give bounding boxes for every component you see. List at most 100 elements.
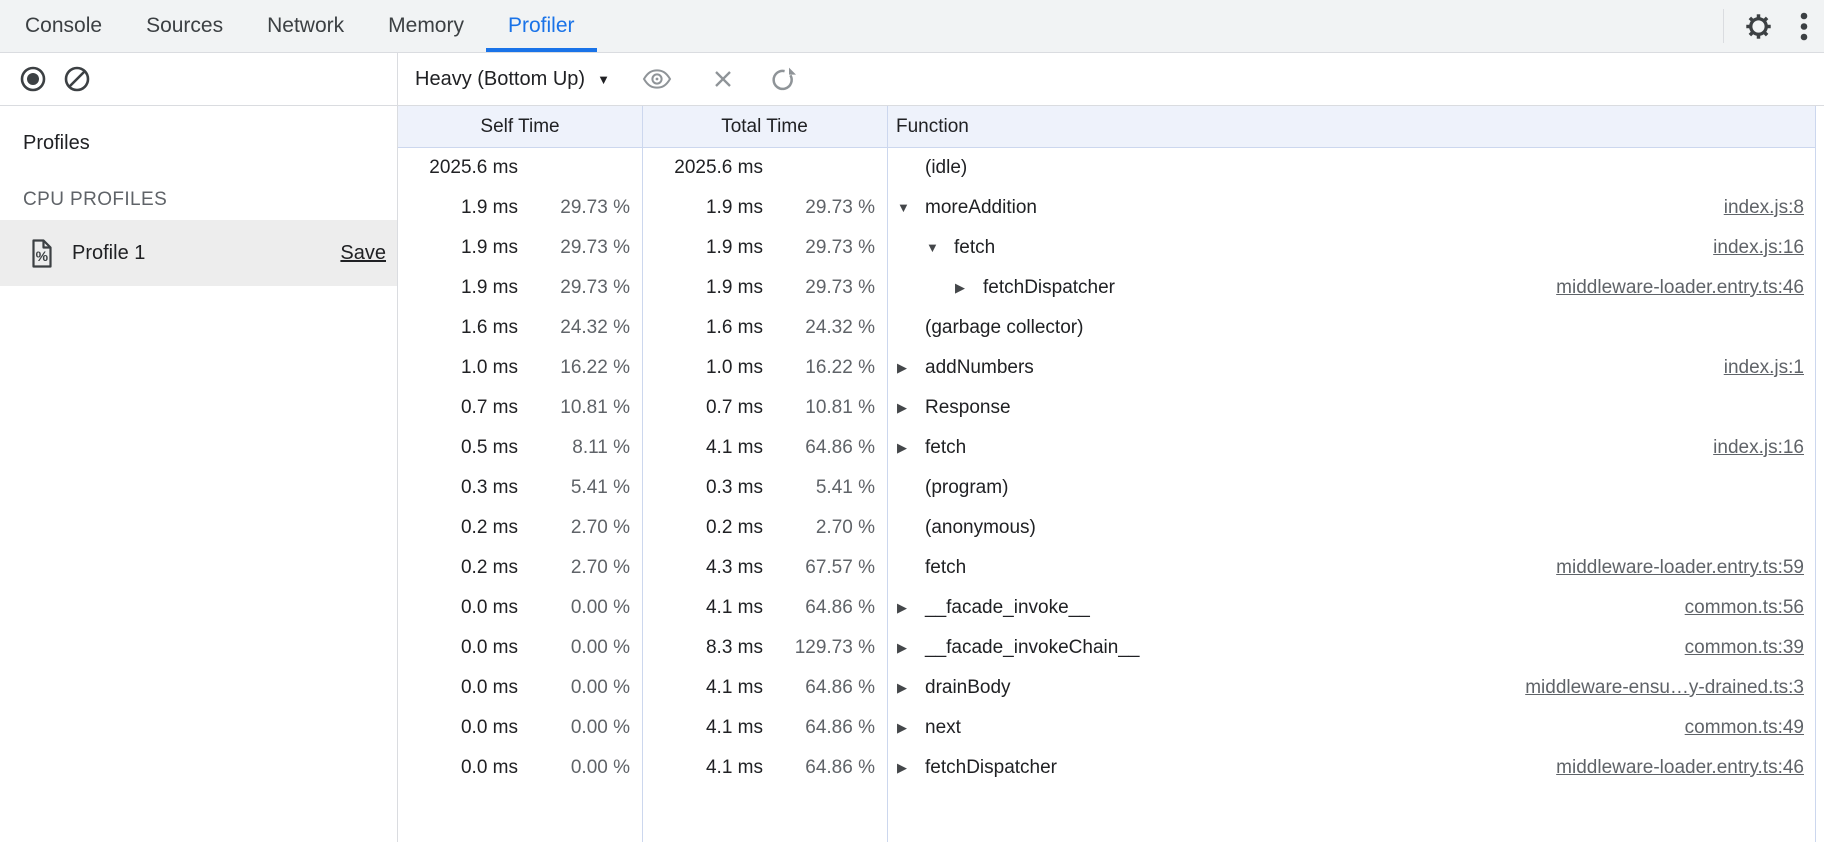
profiler-main-panel: Heavy (Bottom Up) ▼ [398, 53, 1824, 842]
source-link[interactable]: index.js:16 [1713, 228, 1804, 268]
total-time-cell: 4.1 ms64.86 % [642, 428, 887, 468]
column-header-function[interactable]: Function [887, 106, 1815, 147]
time-percent-value: 0.00 % [518, 588, 630, 628]
view-mode-dropdown[interactable]: Heavy (Bottom Up) ▼ [415, 68, 610, 91]
save-profile-link[interactable]: Save [340, 242, 386, 265]
source-link[interactable]: middleware-loader.entry.ts:46 [1556, 748, 1804, 788]
time-ms-value: 1.9 ms [406, 188, 518, 228]
table-row[interactable]: 1.9 ms29.73 %1.9 ms29.73 %▼moreAdditioni… [398, 188, 1815, 228]
column-divider[interactable] [887, 106, 888, 842]
disclosure-arrow-icon[interactable]: ▶ [897, 628, 925, 668]
time-percent-value: 2.70 % [518, 548, 630, 588]
time-ms-value: 4.1 ms [650, 588, 763, 628]
self-time-cell: 1.9 ms29.73 % [398, 228, 642, 268]
source-link[interactable]: middleware-loader.entry.ts:59 [1556, 548, 1804, 588]
disclosure-arrow-icon[interactable]: ▶ [955, 268, 983, 308]
total-time-cell: 0.7 ms10.81 % [642, 388, 887, 428]
table-row[interactable]: 0.2 ms2.70 %4.3 ms67.57 %fetchmiddleware… [398, 548, 1815, 588]
disclosure-arrow-icon[interactable]: ▼ [897, 188, 925, 228]
table-row[interactable]: 2025.6 ms2025.6 ms(idle) [398, 148, 1815, 188]
time-ms-value: 0.2 ms [406, 548, 518, 588]
column-header-total-time[interactable]: Total Time [642, 106, 887, 147]
cpu-profiles-section-label: CPU PROFILES [23, 189, 397, 211]
disclosure-arrow-icon[interactable]: ▶ [897, 388, 925, 428]
source-link[interactable]: index.js:16 [1713, 428, 1804, 468]
total-time-cell: 1.9 ms29.73 % [642, 228, 887, 268]
svg-text:%: % [36, 248, 49, 264]
disclosure-arrow-icon[interactable]: ▶ [897, 348, 925, 388]
table-row[interactable]: 0.5 ms8.11 %4.1 ms64.86 %▶fetchindex.js:… [398, 428, 1815, 468]
tab-label: Network [267, 14, 344, 38]
table-row[interactable]: 1.6 ms24.32 %1.6 ms24.32 %(garbage colle… [398, 308, 1815, 348]
total-time-cell: 0.3 ms5.41 % [642, 468, 887, 508]
tab-profiler[interactable]: Profiler [486, 0, 597, 52]
self-time-cell: 0.0 ms0.00 % [398, 668, 642, 708]
cpu-profile-document-icon: % [30, 239, 54, 268]
exclude-x-icon[interactable] [712, 68, 734, 90]
self-time-cell: 0.0 ms0.00 % [398, 708, 642, 748]
table-row[interactable]: 0.0 ms0.00 %4.1 ms64.86 %▶__facade_invok… [398, 588, 1815, 628]
time-ms-value: 8.3 ms [650, 628, 763, 668]
table-row[interactable]: 0.2 ms2.70 %0.2 ms2.70 %(anonymous) [398, 508, 1815, 548]
disclosure-arrow-icon[interactable]: ▶ [897, 588, 925, 628]
total-time-cell: 1.9 ms29.73 % [642, 268, 887, 308]
total-time-cell: 4.1 ms64.86 % [642, 588, 887, 628]
source-link[interactable]: index.js:8 [1724, 188, 1804, 228]
function-cell: ▶Response [887, 388, 1815, 428]
column-divider[interactable] [642, 106, 643, 842]
function-name: fetchDispatcher [925, 748, 1057, 788]
restore-refresh-icon[interactable] [770, 66, 797, 93]
time-percent-value: 29.73 % [763, 188, 875, 228]
total-time-cell: 1.0 ms16.22 % [642, 348, 887, 388]
tab-console[interactable]: Console [3, 0, 124, 52]
tab-label: Memory [388, 14, 464, 38]
tab-network[interactable]: Network [245, 0, 366, 52]
tab-memory[interactable]: Memory [366, 0, 486, 52]
disclosure-arrow-icon[interactable]: ▶ [897, 428, 925, 468]
table-row[interactable]: 1.0 ms16.22 %1.0 ms16.22 %▶addNumbersind… [398, 348, 1815, 388]
sidebar-item-profile-1[interactable]: % Profile 1 Save [0, 220, 397, 286]
table-row[interactable]: 1.9 ms29.73 %1.9 ms29.73 %▼fetchindex.js… [398, 228, 1815, 268]
total-time-cell: 4.3 ms67.57 % [642, 548, 887, 588]
function-name: fetch [925, 428, 966, 468]
time-ms-value: 4.3 ms [650, 548, 763, 588]
self-time-cell: 0.2 ms2.70 % [398, 548, 642, 588]
table-row[interactable]: 0.0 ms0.00 %4.1 ms64.86 %▶fetchDispatche… [398, 748, 1815, 788]
disclosure-arrow-icon[interactable]: ▼ [926, 228, 954, 268]
time-percent-value: 24.32 % [518, 308, 630, 348]
profiles-heading: Profiles [23, 132, 397, 155]
column-header-self-time[interactable]: Self Time [398, 106, 642, 147]
time-ms-value: 0.2 ms [650, 508, 763, 548]
record-profile-icon[interactable] [19, 65, 47, 93]
self-time-cell: 1.9 ms29.73 % [398, 188, 642, 228]
time-ms-value: 1.6 ms [650, 308, 763, 348]
source-link[interactable]: common.ts:49 [1685, 708, 1804, 748]
table-row[interactable]: 0.3 ms5.41 %0.3 ms5.41 %(program) [398, 468, 1815, 508]
settings-gear-icon[interactable] [1743, 11, 1774, 42]
table-row[interactable]: 1.9 ms29.73 %1.9 ms29.73 %▶fetchDispatch… [398, 268, 1815, 308]
source-link[interactable]: common.ts:56 [1685, 588, 1804, 628]
self-time-cell: 0.0 ms0.00 % [398, 628, 642, 668]
tab-sources[interactable]: Sources [124, 0, 245, 52]
disclosure-arrow-icon[interactable]: ▶ [897, 748, 925, 788]
source-link[interactable]: common.ts:39 [1685, 628, 1804, 668]
time-percent-value: 2.70 % [518, 508, 630, 548]
focus-eye-icon[interactable] [642, 69, 672, 89]
table-row[interactable]: 0.0 ms0.00 %8.3 ms129.73 %▶__facade_invo… [398, 628, 1815, 668]
disclosure-arrow-icon[interactable]: ▶ [897, 668, 925, 708]
source-link[interactable]: middleware-loader.entry.ts:46 [1556, 268, 1804, 308]
clear-profiles-icon[interactable] [63, 65, 91, 93]
disclosure-arrow-icon[interactable]: ▶ [897, 708, 925, 748]
kebab-menu-icon[interactable] [1800, 11, 1808, 42]
table-row[interactable]: 0.0 ms0.00 %4.1 ms64.86 %▶drainBodymiddl… [398, 668, 1815, 708]
table-row[interactable]: 0.0 ms0.00 %4.1 ms64.86 %▶nextcommon.ts:… [398, 708, 1815, 748]
source-link[interactable]: middleware-ensu…y-drained.ts:3 [1525, 668, 1804, 708]
function-name: (anonymous) [925, 508, 1036, 548]
total-time-cell: 1.9 ms29.73 % [642, 188, 887, 228]
function-name: next [925, 708, 961, 748]
source-link[interactable]: index.js:1 [1724, 348, 1804, 388]
time-percent-value: 29.73 % [518, 268, 630, 308]
function-cell: ▶__facade_invokeChain__common.ts:39 [887, 628, 1815, 668]
table-row[interactable]: 0.7 ms10.81 %0.7 ms10.81 %▶Response [398, 388, 1815, 428]
self-time-cell: 0.0 ms0.00 % [398, 588, 642, 628]
